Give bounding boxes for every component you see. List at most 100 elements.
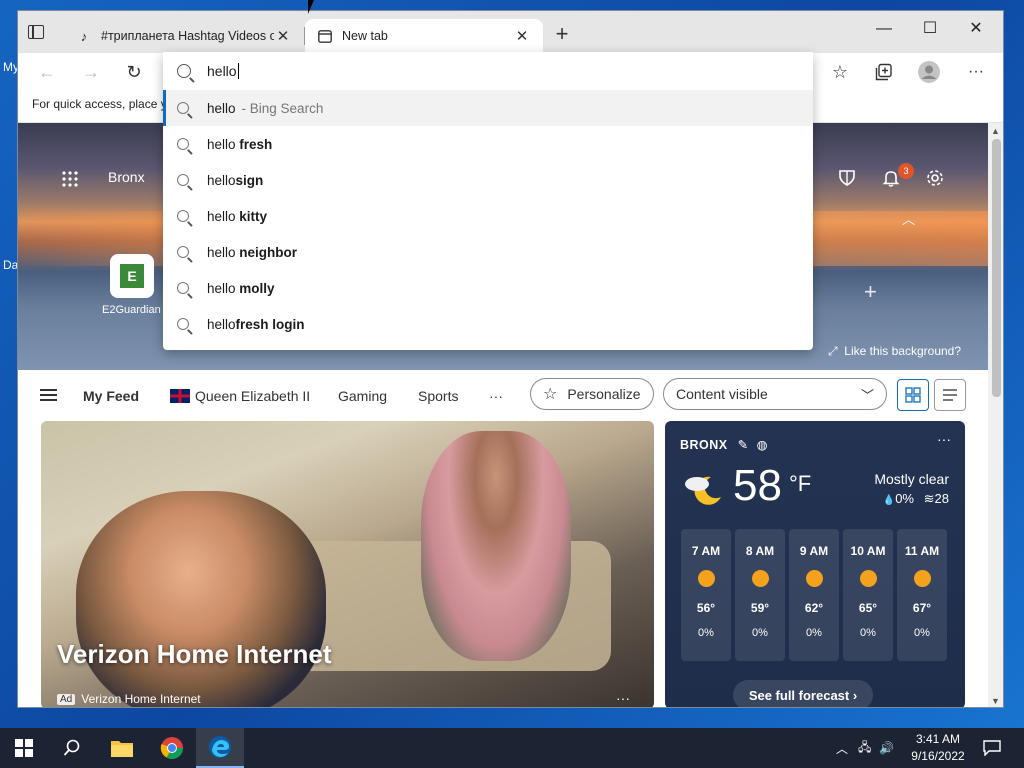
mouse-cursor-icon — [308, 0, 320, 14]
address-query: hello — [207, 63, 237, 79]
tab-my-feed[interactable]: My Feed — [83, 388, 139, 404]
ad-card[interactable]: Verizon Home Internet Ad Verizon Home In… — [41, 421, 654, 707]
menu-icon[interactable] — [40, 389, 57, 401]
hour-item[interactable]: 10 AM 65° 0% — [843, 529, 893, 661]
uk-flag-icon — [170, 389, 190, 403]
suggestion-item[interactable]: hello kitty — [163, 198, 813, 234]
card-title[interactable]: Verizon Home Internet — [57, 639, 332, 670]
refresh-icon[interactable]: ↻ — [123, 61, 145, 83]
more-topics-icon[interactable]: ··· — [489, 388, 503, 404]
hour-item[interactable]: 9 AM 62° 0% — [789, 529, 839, 661]
system-tray: ︿ 🖧 🔊 — [836, 728, 894, 768]
forward-icon[interactable]: → — [80, 61, 102, 83]
current-temp: 58 — [733, 461, 782, 510]
search-icon — [177, 174, 189, 186]
close-icon[interactable]: ✕ — [953, 17, 999, 41]
sun-icon — [751, 570, 769, 587]
temp-unit[interactable]: °F — [789, 471, 811, 497]
tab-label: New tab — [342, 29, 388, 43]
see-full-forecast-button[interactable]: See full forecast › — [733, 680, 873, 707]
profile-avatar[interactable] — [918, 61, 940, 83]
search-icon — [177, 210, 189, 222]
favorites-icon[interactable]: ☆ — [829, 61, 851, 83]
minimize-icon[interactable]: — — [861, 17, 907, 41]
address-input[interactable]: hello — [163, 52, 813, 90]
sun-icon — [913, 570, 931, 587]
suggestion-item[interactable]: hello sign — [163, 162, 813, 198]
new-tab-button[interactable]: + — [552, 23, 572, 45]
grid-view-button[interactable] — [897, 379, 929, 411]
start-button[interactable] — [0, 728, 48, 768]
newtab-icon — [317, 28, 333, 44]
list-view-button[interactable] — [934, 379, 966, 411]
notifications-icon[interactable] — [968, 728, 1016, 768]
chevron-up-icon[interactable]: ︿ — [836, 740, 848, 757]
search-icon — [177, 138, 189, 150]
network-icon[interactable]: 🖧 — [858, 738, 871, 759]
suggestion-item[interactable]: hello - Bing Search — [163, 90, 813, 126]
settings-gear-icon[interactable] — [925, 168, 945, 193]
weather-location[interactable]: Bronx — [108, 169, 145, 185]
chevron-up-icon[interactable]: ︿ — [902, 209, 915, 228]
add-shortcut-icon[interactable]: + — [864, 279, 877, 305]
hour-item[interactable]: 7 AM 56° 0% — [681, 529, 731, 661]
hour-item[interactable]: 8 AM 59° 0% — [735, 529, 785, 661]
tab-bar: ♪ #трипланета Hashtag Videos on ✕ New ta… — [18, 11, 1003, 53]
weather-card: BRONX ✎ ◍ ··· 58 °F Mostly clear 💧0% ≋28… — [665, 421, 965, 707]
close-tab-icon[interactable]: ✕ — [274, 27, 292, 45]
globe-icon[interactable]: ◍ — [757, 438, 768, 452]
weather-more-icon[interactable]: ··· — [937, 431, 951, 447]
weather-location-title: BRONX ✎ ◍ — [680, 437, 768, 452]
suggestion-item[interactable]: hello neighbor — [163, 234, 813, 270]
search-icon — [177, 318, 189, 330]
rewards-icon[interactable] — [837, 168, 857, 193]
notification-badge: 3 — [898, 163, 914, 179]
page-scrollbar[interactable]: ▲ ▼ — [988, 123, 1003, 707]
personalize-label: Personalize — [567, 386, 641, 402]
wind-icon: ≋ — [923, 491, 935, 506]
like-background-link[interactable]: ⤢ Like this background? — [828, 344, 961, 359]
edit-location-icon[interactable]: ✎ — [738, 438, 749, 452]
file-explorer-icon[interactable] — [98, 728, 146, 768]
taskbar: ︿ 🖧 🔊 3:41 AM 9/16/2022 — [0, 728, 1024, 768]
weather-city: BRONX — [680, 438, 728, 452]
chrome-icon[interactable] — [148, 728, 196, 768]
maximize-icon[interactable]: ☐ — [907, 17, 953, 41]
chevron-down-icon: ﹀ — [860, 388, 874, 403]
hour-item[interactable]: 11 AM 67° 0% — [897, 529, 947, 661]
scroll-down-icon[interactable]: ▼ — [991, 696, 1000, 706]
quick-link-label: E2Guardian — [102, 304, 161, 316]
scroll-thumb[interactable] — [992, 139, 1001, 397]
close-tab-icon[interactable]: ✕ — [513, 27, 531, 45]
back-icon[interactable]: ← — [36, 61, 58, 83]
search-icon — [177, 282, 189, 294]
collections-icon[interactable] — [873, 61, 895, 83]
volume-icon[interactable]: 🔊 — [879, 741, 894, 755]
quick-link-tile[interactable]: E — [110, 254, 154, 298]
tab-new-tab[interactable]: New tab ✕ — [305, 19, 543, 53]
tab-sports[interactable]: Sports — [418, 388, 458, 404]
more-icon[interactable]: ··· — [965, 61, 987, 83]
app-launcher-icon[interactable] — [61, 170, 78, 187]
ad-badge: Ad — [57, 693, 76, 705]
suggestion-item[interactable]: hello fresh login — [163, 306, 813, 342]
tab-gaming[interactable]: Gaming — [338, 388, 387, 404]
edge-icon[interactable] — [196, 728, 244, 768]
content-visibility-select[interactable]: Content visible ﹀ — [663, 378, 887, 410]
search-icon — [177, 102, 189, 114]
tab-tiktok[interactable]: ♪ #трипланета Hashtag Videos on ✕ — [64, 19, 305, 53]
card-photo — [421, 431, 571, 661]
sun-icon — [859, 570, 877, 587]
tab-queen-elizabeth[interactable]: Queen Elizabeth II — [170, 388, 310, 404]
suggestion-item[interactable]: hello fresh — [163, 126, 813, 162]
tile-letter: E — [120, 264, 144, 288]
scroll-up-icon[interactable]: ▲ — [991, 126, 1000, 136]
tab-actions-icon[interactable] — [28, 25, 44, 39]
personalize-button[interactable]: ☆ Personalize — [530, 378, 654, 410]
sponsor-name: Verizon Home Internet — [81, 692, 201, 706]
search-icon[interactable] — [48, 728, 96, 768]
precip-value: 0% — [895, 491, 914, 506]
card-more-icon[interactable]: ··· — [616, 690, 630, 706]
suggestion-item[interactable]: hello molly — [163, 270, 813, 306]
taskbar-clock[interactable]: 3:41 AM 9/16/2022 — [902, 731, 974, 765]
